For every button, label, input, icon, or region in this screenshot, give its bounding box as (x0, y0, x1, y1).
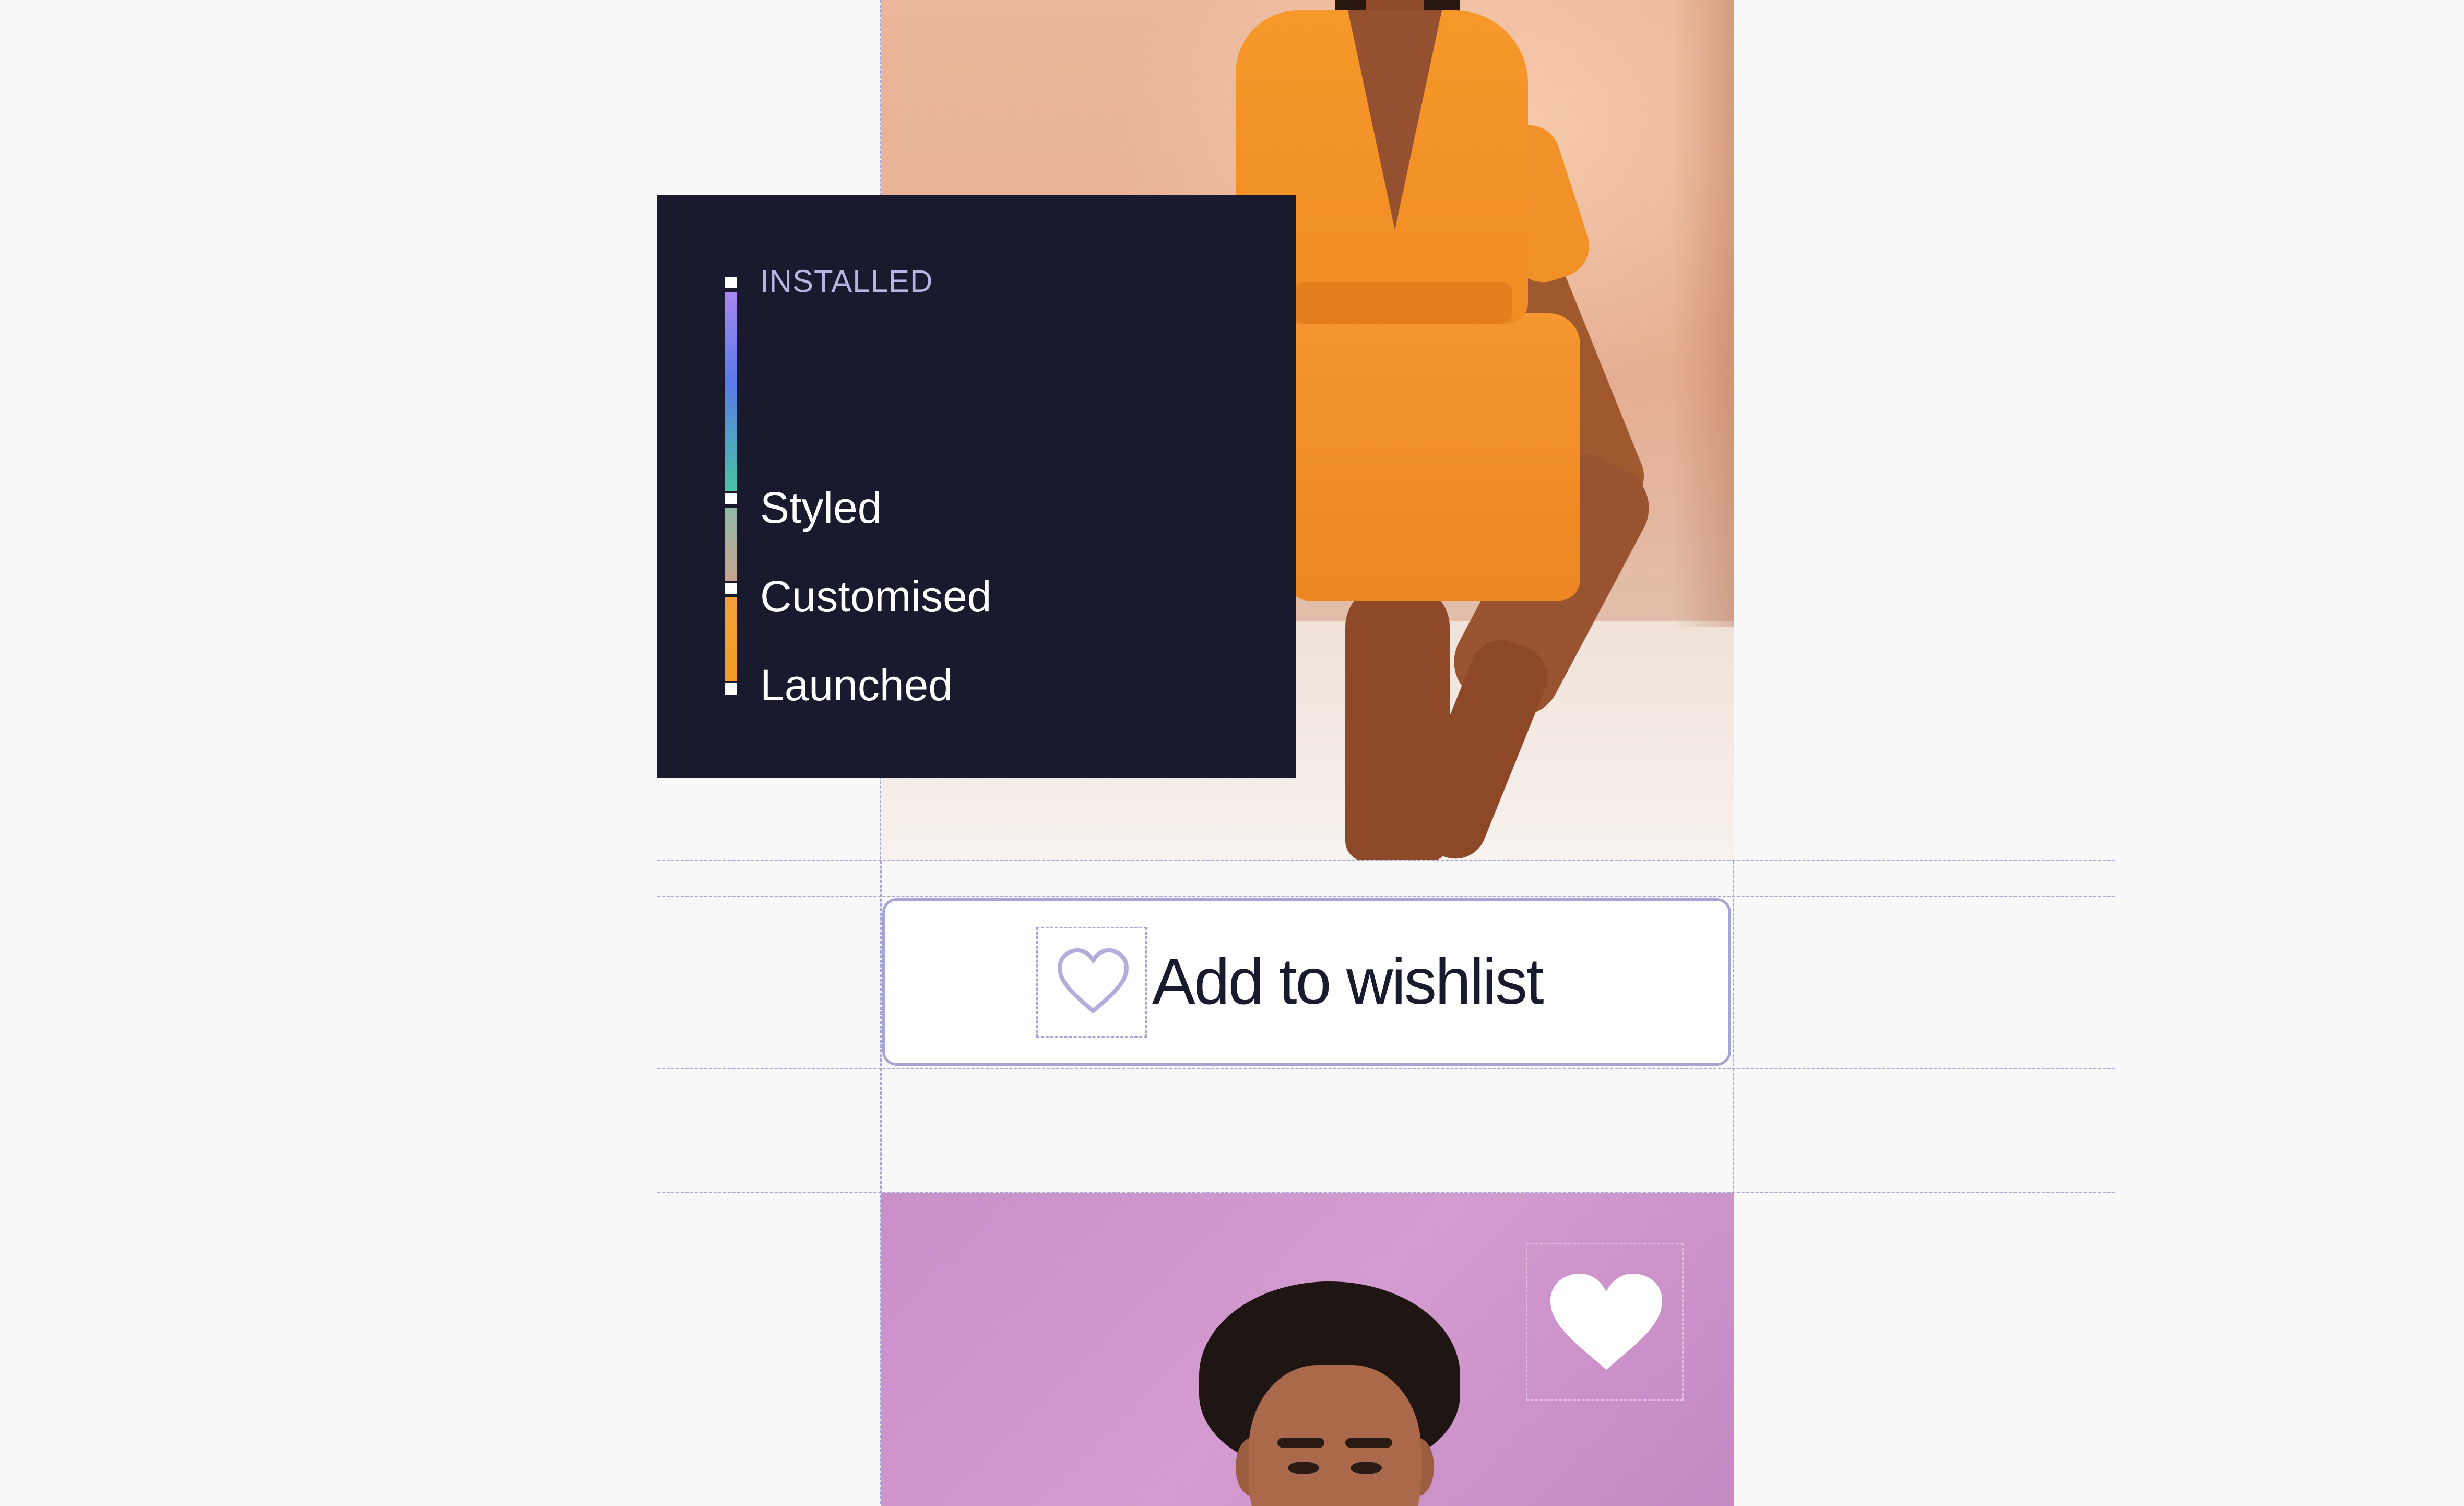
progress-marker (725, 683, 737, 695)
model-eye (1288, 1462, 1319, 1474)
model-shorts (1288, 313, 1580, 601)
heart-outline-icon (1036, 927, 1147, 1038)
progress-marker (725, 583, 737, 594)
add-to-wishlist-button[interactable]: Add to wishlist (882, 898, 1731, 1066)
product-image[interactable] (881, 1193, 1734, 1506)
progress-marker (725, 493, 737, 504)
model-eye (1351, 1462, 1382, 1474)
favorite-button[interactable] (1526, 1243, 1684, 1401)
status-step-customised: Customised (760, 572, 992, 621)
guide-line (657, 1068, 2115, 1069)
model-brow (1345, 1438, 1392, 1448)
status-panel: INSTALLED Styled Customised Launched (657, 195, 1296, 778)
wishlist-label: Add to wishlist (1152, 946, 1544, 1018)
model-neckline (1348, 10, 1442, 230)
progress-segment-styled (725, 508, 737, 581)
model-brow (1277, 1438, 1324, 1448)
status-step-launched: Launched (760, 661, 953, 710)
status-step-styled: Styled (760, 483, 882, 532)
background-shadow (1672, 0, 1734, 627)
model-face (1249, 1365, 1421, 1506)
progress-marker (725, 277, 737, 288)
guide-line (657, 896, 2115, 897)
heart-filled-icon (1550, 1274, 1662, 1370)
status-header: INSTALLED (760, 264, 933, 299)
progress-segment-customised (725, 597, 737, 681)
progress-segment-installed (725, 292, 737, 491)
progress-rail (725, 277, 737, 697)
model-belt (1293, 282, 1512, 324)
